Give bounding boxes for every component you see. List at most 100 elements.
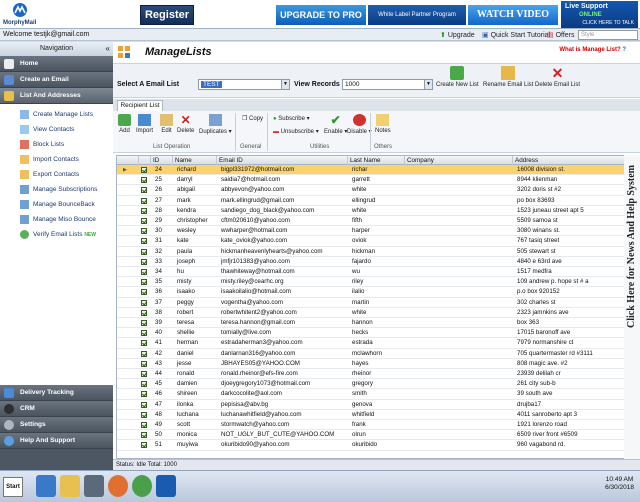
add-button[interactable]: Add	[118, 114, 131, 134]
media-icon[interactable]	[84, 475, 104, 497]
subscribe-button[interactable]: ● Subscribe ▾	[273, 115, 310, 122]
delete-button[interactable]: ✕ Delete	[177, 114, 194, 134]
table-row[interactable]: 41 herman estradaherman3@yahoo.com estrada 7…	[117, 338, 636, 349]
enable-button[interactable]: ✔ Enable ▾	[324, 114, 347, 135]
watch-video-button[interactable]: WATCH VIDEO	[468, 5, 558, 25]
row-checkbox[interactable]	[141, 442, 147, 449]
firefox-icon[interactable]	[108, 475, 128, 497]
row-checkbox[interactable]	[141, 289, 147, 296]
row-checkbox[interactable]	[141, 320, 147, 326]
sidebar-item-help-support[interactable]: Help And Support	[0, 433, 113, 449]
table-row[interactable]: 31 kate kate_oviok@yahoo.com oviok 767 tasiq…	[117, 236, 636, 247]
live-support-button[interactable]: Live Support ONLINE CLICK HERE TO TALK	[561, 1, 638, 28]
white-label-partner-button[interactable]: White Label Partner Program	[368, 5, 466, 25]
row-checkbox[interactable]	[141, 371, 147, 377]
row-checkbox[interactable]	[141, 177, 147, 184]
morphymail-task-icon[interactable]	[156, 475, 176, 497]
table-row[interactable]: 50 monica NOT_UGLY_BUT_CUTE@YAHOO.COM olrun…	[117, 430, 636, 441]
header-name[interactable]: Name	[173, 156, 217, 165]
row-checkbox[interactable]	[141, 360, 147, 367]
submenu-view-contacts[interactable]: View Contacts	[0, 122, 113, 137]
view-records-dropdown[interactable]: 1000 ▼	[342, 79, 433, 90]
sidebar-item-list-addresses[interactable]: List And Addresses	[0, 88, 113, 104]
row-checkbox[interactable]	[141, 228, 147, 235]
header-id[interactable]: ID	[151, 156, 173, 165]
row-checkbox[interactable]	[141, 238, 147, 245]
table-row[interactable]: 28 kendra sandiego_dog_black@yahoo.com whit…	[117, 206, 636, 216]
header-company[interactable]: Company	[405, 156, 513, 165]
row-checkbox[interactable]	[141, 197, 147, 204]
sidebar-item-crm[interactable]: CRM	[0, 401, 113, 417]
disable-button[interactable]: Disable ▾	[347, 114, 372, 135]
table-row[interactable]: 46 shireen darkcocolite@aol.com smith 39 sou…	[117, 389, 636, 400]
table-row[interactable]: 44 ronald ronald.rheinor@efs-fire.com rhein…	[117, 369, 636, 380]
table-row[interactable]: 29 christopher cftm020610@yahoo.com fifth 55…	[117, 216, 636, 227]
row-checkbox[interactable]	[141, 167, 147, 173]
table-row[interactable]: 32 paula hickmanheavenlyhearts@yahoo.com hi…	[117, 247, 636, 257]
submenu-block-lists[interactable]: Block Lists	[0, 137, 113, 152]
submenu-create-manage-lists[interactable]: Create Manage Lists	[0, 107, 113, 122]
news-help-panel[interactable]: Click Here for News And Help System	[624, 155, 640, 459]
header-address[interactable]: Address	[513, 156, 630, 165]
table-row[interactable]: 25 darryl saidia7@hotmail.com garrett 8944 k…	[117, 175, 636, 186]
table-row[interactable]: 49 scott stormwatch@yahoo.com frank 1921 lor…	[117, 420, 636, 431]
sidebar-item-home[interactable]: Home	[0, 56, 113, 72]
table-row[interactable]: 38 robert robertwhitent2@yahoo.com white 232…	[117, 308, 636, 318]
submenu-import-contacts[interactable]: Import Contacts	[0, 152, 113, 167]
table-row[interactable]: 35 misty misty.riley@cearhc.org riley 109 an…	[117, 277, 636, 288]
table-row[interactable]: 27 mark mark.ellingrud@gmail.com ellingrud p…	[117, 196, 636, 206]
table-row[interactable]: 45 damien djoeygregory1073@hotmail.com greg…	[117, 379, 636, 390]
email-list-dropdown[interactable]: TEST ▼	[198, 79, 290, 90]
row-checkbox[interactable]	[141, 207, 147, 214]
row-checkbox[interactable]	[141, 391, 147, 398]
rename-list-button[interactable]: Rename Email List	[483, 66, 533, 88]
submenu-manage-subscriptions[interactable]: Manage Subscriptions	[0, 182, 113, 197]
upgrade-link[interactable]: ⬆ Upgrade	[440, 31, 475, 39]
sidebar-item-settings[interactable]: Settings	[0, 417, 113, 433]
chrome-icon[interactable]	[132, 475, 152, 497]
sidebar-item-create-email[interactable]: Create an Email	[0, 72, 113, 88]
table-row[interactable]: 33 joseph jmfjr101383@yahoo.com fajardo 4840…	[117, 257, 636, 267]
submenu-verify-email-lists[interactable]: Verify Email Lists NEW	[0, 227, 113, 242]
folder-icon[interactable]	[60, 475, 80, 497]
table-row[interactable]: 48 luchana luchanawhitfield@yahoo.com whitf…	[117, 410, 636, 420]
row-checkbox[interactable]	[141, 269, 147, 275]
table-row[interactable]: 40 shellie tomially@live.com hecks 17015 bar…	[117, 328, 636, 339]
row-checkbox[interactable]	[141, 401, 147, 408]
table-row[interactable]: ▶ 24 richard bigpl331972@hotmail.com richar 1…	[117, 165, 636, 176]
upgrade-to-pro-button[interactable]: UPGRADE TO PRO	[276, 5, 366, 25]
style-select[interactable]: Style	[578, 30, 638, 40]
unsubscribe-button[interactable]: ▬ Unsubscribe ▾	[273, 128, 319, 135]
submenu-export-contacts[interactable]: Export Contacts	[0, 167, 113, 182]
notes-button[interactable]: Notes	[375, 114, 391, 134]
clock[interactable]: 10:49 AM 6/30/2018	[605, 476, 634, 492]
row-checkbox[interactable]	[141, 432, 147, 439]
start-button[interactable]: Start	[3, 477, 23, 497]
row-checkbox[interactable]	[141, 411, 147, 418]
header-email[interactable]: Email ID	[217, 156, 348, 165]
row-checkbox[interactable]	[141, 187, 147, 194]
table-row[interactable]: 39 teresa teresa.hannon@gmail.com hannon box…	[117, 318, 636, 329]
what-is-manage-list-link[interactable]: What is Manage List? ?	[559, 47, 626, 53]
row-checkbox[interactable]	[141, 248, 147, 255]
tab-recipient-list[interactable]: Recipient List	[117, 100, 163, 111]
header-last-name[interactable]: Last Name	[348, 156, 405, 165]
create-new-list-button[interactable]: Create New List	[436, 66, 479, 88]
edit-button[interactable]: Edit	[160, 114, 173, 134]
delete-list-button[interactable]: ✕ Delete Email List	[535, 66, 580, 88]
row-checkbox[interactable]	[141, 309, 147, 316]
row-checkbox[interactable]	[141, 330, 147, 337]
row-checkbox[interactable]	[141, 381, 147, 388]
collapse-sidebar-button[interactable]: «	[106, 42, 110, 56]
copy-button[interactable]: ❐ Copy	[242, 115, 263, 122]
table-row[interactable]: 47 ilonka pepisisa@abv.bg genova drujba17	[117, 400, 636, 410]
table-row[interactable]: 37 peggy vogentha@yahoo.com martin 302 charl…	[117, 298, 636, 308]
duplicates-button[interactable]: Duplicates ▾	[199, 114, 232, 135]
register-button[interactable]: Register	[140, 5, 194, 25]
submenu-manage-bounceback[interactable]: Manage BounceBack	[0, 197, 113, 212]
table-row[interactable]: 43 jesse JBHAYES05@YAHOO.COM hayes 808 magic…	[117, 359, 636, 369]
row-checkbox[interactable]	[141, 218, 147, 224]
table-row[interactable]: 51 muyiwa okuribido90@yahoo.com okuribido 96…	[117, 440, 636, 451]
table-row[interactable]: 30 wesley wwharper@hotmail.com harper 3080 w…	[117, 226, 636, 237]
table-row[interactable]: 34 hu thawhiteway@hotmail.com wu 1517 medfra	[117, 267, 636, 278]
